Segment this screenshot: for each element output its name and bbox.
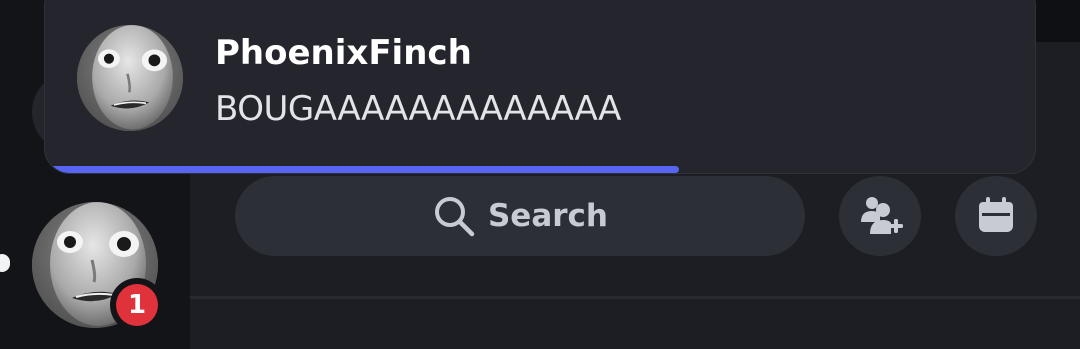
app-window: 1 Search PhoenixFinch BOUGAAAAAAAAAAAAA — [0, 0, 1080, 349]
notification-timer-track — [45, 166, 1035, 173]
header-divider — [190, 296, 1080, 299]
events-button[interactable] — [955, 176, 1037, 256]
mention-badge: 1 — [110, 278, 164, 332]
notification-message: BOUGAAAAAAAAAAAAA — [215, 89, 621, 129]
alien-face-image — [77, 25, 183, 131]
search-icon — [434, 197, 475, 237]
mention-count: 1 — [116, 284, 158, 326]
top-edge — [1030, 0, 1080, 42]
add-friend-icon — [861, 197, 903, 234]
notification-author: PhoenixFinch — [215, 33, 472, 73]
add-friend-button[interactable] — [839, 176, 921, 256]
message-notification[interactable]: PhoenixFinch BOUGAAAAAAAAAAAAA — [44, 0, 1036, 174]
notification-avatar — [77, 25, 183, 131]
search-label: Search — [487, 198, 608, 234]
notification-timer-bar — [45, 166, 679, 173]
search-bar[interactable]: Search — [235, 176, 805, 256]
calendar-icon — [979, 197, 1013, 232]
